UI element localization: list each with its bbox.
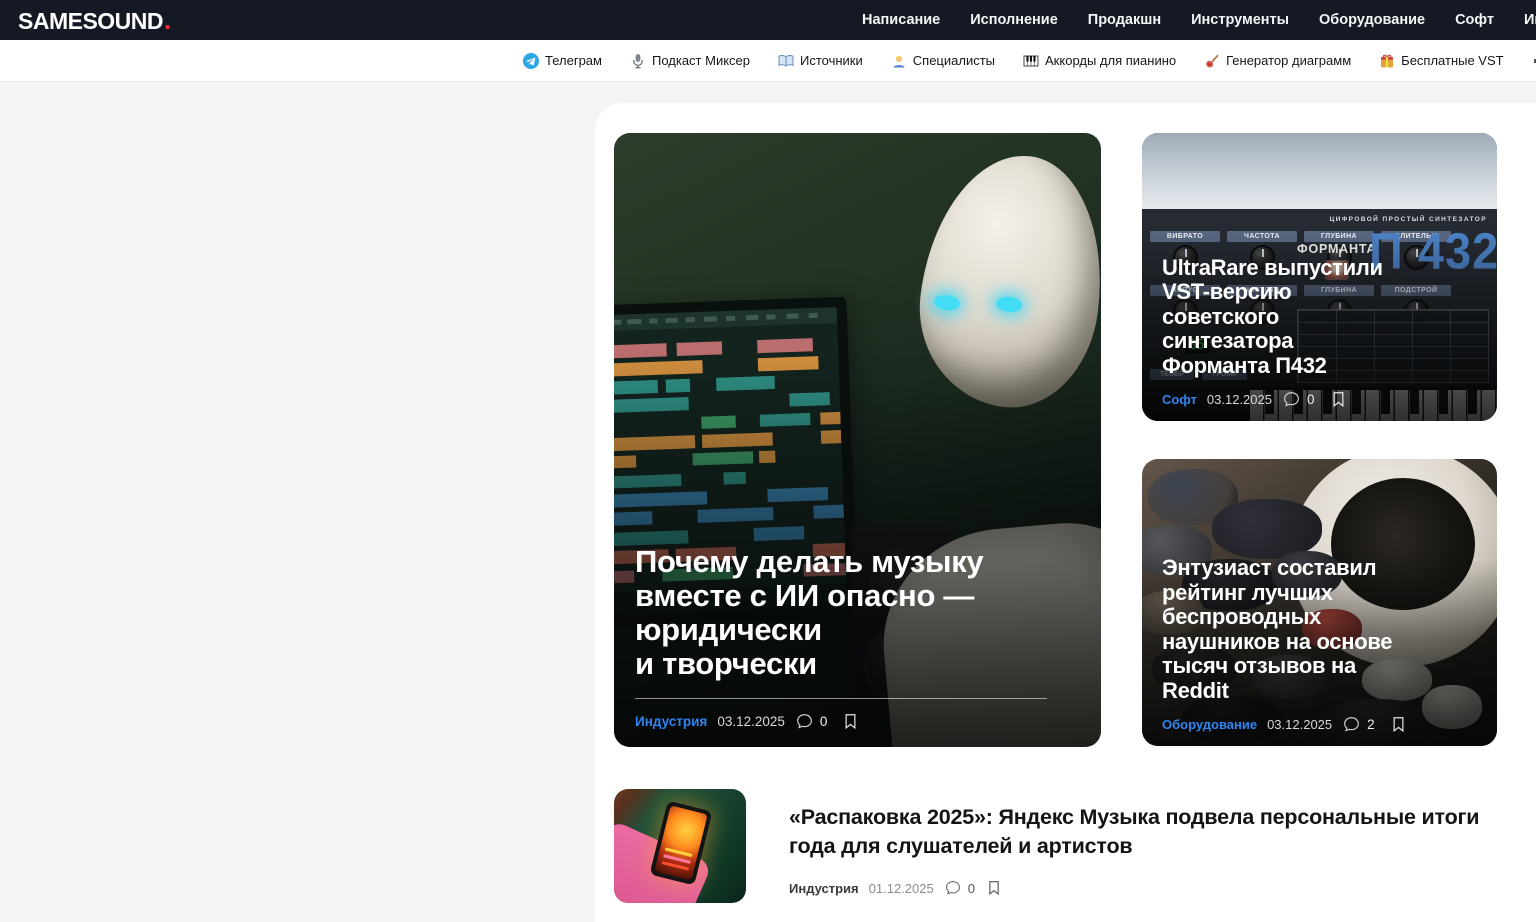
logo-text: SAMESOUND (18, 7, 164, 34)
quick-links-bar: Телеграм Подкаст Миксер Источники Специа… (0, 40, 1536, 82)
comment-icon (945, 881, 960, 895)
guitar-icon (1206, 54, 1219, 67)
bookmark-icon (1333, 392, 1343, 408)
list-article-row: «Распаковка 2025»: Яндекс Музыка подвела… (614, 789, 1514, 922)
category-link[interactable]: Софт (1162, 392, 1197, 407)
category-link[interactable]: Индустрия (789, 881, 859, 896)
publish-date: 01.12.2025 (868, 880, 934, 896)
quicklink-label: Источники (800, 53, 863, 68)
nav-item-soft[interactable]: Софт (1455, 12, 1494, 28)
list-article-thumbnail[interactable] (614, 789, 746, 903)
featured-article-meta: Индустрия 03.12.2025 0 (635, 712, 1083, 731)
main-content: Почему делать музыку вместе с ИИ опасно … (595, 103, 1536, 922)
bookmark-button[interactable] (1389, 715, 1408, 734)
comment-icon (1344, 717, 1360, 732)
telegram-icon (523, 52, 539, 69)
comment-icon (796, 714, 812, 729)
speaker-icon (1533, 58, 1536, 63)
comments-link[interactable]: 0 (944, 879, 975, 897)
quicklink-piano-chords[interactable]: Аккорды для пианино (1023, 53, 1176, 69)
side-article-card-earbuds[interactable]: Энтузиаст составил рейтинг лучших беспро… (1142, 459, 1497, 746)
comment-count: 0 (1306, 392, 1315, 407)
quicklink-diagram-generator[interactable]: Генератор диаграмм (1204, 53, 1351, 69)
nav-item-napisanie[interactable]: Написание (862, 12, 940, 28)
comment-icon (1284, 392, 1299, 407)
list-article-meta: Индустрия 01.12.2025 0 (789, 879, 1514, 897)
quicklink-label: Подкаст Миксер (651, 53, 750, 68)
bookmark-icon (989, 881, 999, 896)
quicklink-label: Генератор диаграмм (1226, 53, 1352, 68)
gift-icon (1381, 54, 1394, 67)
category-link[interactable]: Оборудование (1162, 717, 1257, 732)
site-logo[interactable]: SAMESOUND . (18, 5, 171, 36)
side-article-title[interactable]: UltraRare выпустили VST-версию советског… (1162, 255, 1483, 379)
side-article-card-synth[interactable]: ЦИФРОВОЙ ПРОСТЫЙ СИНТЕЗАТОР ВИБРАТО ЧАСТ… (1142, 133, 1497, 421)
quicklink-specialists[interactable]: Специалисты (891, 53, 995, 69)
top-header: SAMESOUND . Написание Исполнение Продакш… (0, 0, 1536, 40)
book-icon (778, 54, 794, 67)
quicklink-sound-waves[interactable]: Изучаем звуковые волны (1532, 53, 1536, 69)
featured-article-card[interactable]: Почему делать музыку вместе с ИИ опасно … (614, 133, 1101, 747)
main-nav: Написание Исполнение Продакшн Инструмент… (862, 0, 1536, 40)
comment-count: 0 (819, 714, 828, 729)
side-article-title[interactable]: Энтузиаст составил рейтинг лучших беспро… (1162, 555, 1483, 703)
quicklink-sources[interactable]: Источники (778, 53, 863, 69)
comment-count: 2 (1367, 717, 1375, 732)
nav-item-ispolnenie[interactable]: Исполнение (970, 12, 1058, 28)
quicklink-label: Бесплатные VST (1401, 53, 1504, 68)
comments-link[interactable]: 0 (795, 712, 828, 731)
nav-item-instrumenty[interactable]: Инструменты (1191, 12, 1289, 28)
microphone-icon (633, 53, 643, 68)
quicklink-telegram[interactable]: Телеграм (523, 52, 602, 69)
bookmark-button[interactable] (985, 879, 1003, 897)
quicklink-free-vst[interactable]: Бесплатные VST (1379, 53, 1504, 69)
logo-dot: . (164, 4, 172, 35)
side-article-meta: Оборудование 03.12.2025 2 (1162, 715, 1483, 734)
list-article-title[interactable]: «Распаковка 2025»: Яндекс Музыка подвела… (789, 803, 1514, 861)
category-link[interactable]: Индустрия (635, 714, 707, 729)
piano-icon (1023, 55, 1039, 66)
nav-item-oborudovanie[interactable]: Оборудование (1319, 12, 1425, 28)
quicklink-label: Аккорды для пианино (1045, 53, 1177, 68)
featured-article-title[interactable]: Почему делать музыку вместе с ИИ опасно … (635, 545, 1083, 681)
bookmark-icon (1393, 717, 1404, 733)
quicklink-podcast[interactable]: Подкаст Миксер (630, 53, 750, 69)
bookmark-button[interactable] (1329, 390, 1348, 409)
side-article-meta: Софт 03.12.2025 0 (1162, 390, 1483, 409)
bookmark-icon (845, 714, 856, 730)
comments-link[interactable]: 2 (1342, 715, 1375, 734)
comments-link[interactable]: 0 (1282, 390, 1315, 409)
publish-date: 03.12.2025 (717, 714, 785, 729)
publish-date: 03.12.2025 (1267, 717, 1333, 732)
nav-item-prodakshn[interactable]: Продакшн (1088, 12, 1161, 28)
bookmark-button[interactable] (841, 712, 860, 731)
quicklink-label: Телеграм (545, 53, 602, 68)
quicklink-label: Специалисты (912, 53, 996, 68)
comment-count: 0 (967, 880, 975, 896)
specialist-icon (893, 55, 905, 67)
title-divider (635, 698, 1048, 699)
publish-date: 03.12.2025 (1206, 392, 1272, 407)
nav-item-industriya[interactable]: Индустрия (1524, 12, 1536, 28)
